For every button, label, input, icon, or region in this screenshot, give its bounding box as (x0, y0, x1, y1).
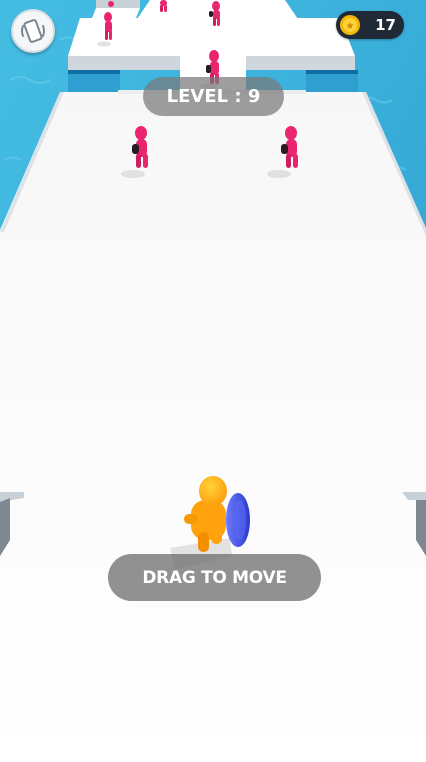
coin-count: 17 (375, 16, 396, 34)
vibration-toggle-button[interactable] (11, 9, 55, 53)
main-platform (0, 92, 426, 762)
enemy-4 (104, 12, 112, 40)
player-shield (226, 493, 250, 547)
phone-vibrate-icon (21, 19, 45, 43)
coin-icon: ★ (340, 15, 360, 35)
level-label: LEVEL : 9 (166, 86, 261, 107)
drag-hint: DRAG TO MOVE (108, 554, 321, 601)
svg-text:★: ★ (346, 21, 355, 32)
drag-hint-label: DRAG TO MOVE (142, 567, 287, 588)
enemy-7 (108, 1, 114, 7)
coin-counter: ★ 17 (336, 11, 404, 39)
level-badge: LEVEL : 9 (143, 77, 284, 116)
game-scene[interactable]: ★ 17 LEVEL : 9 DRAG TO MOVE (0, 0, 426, 762)
